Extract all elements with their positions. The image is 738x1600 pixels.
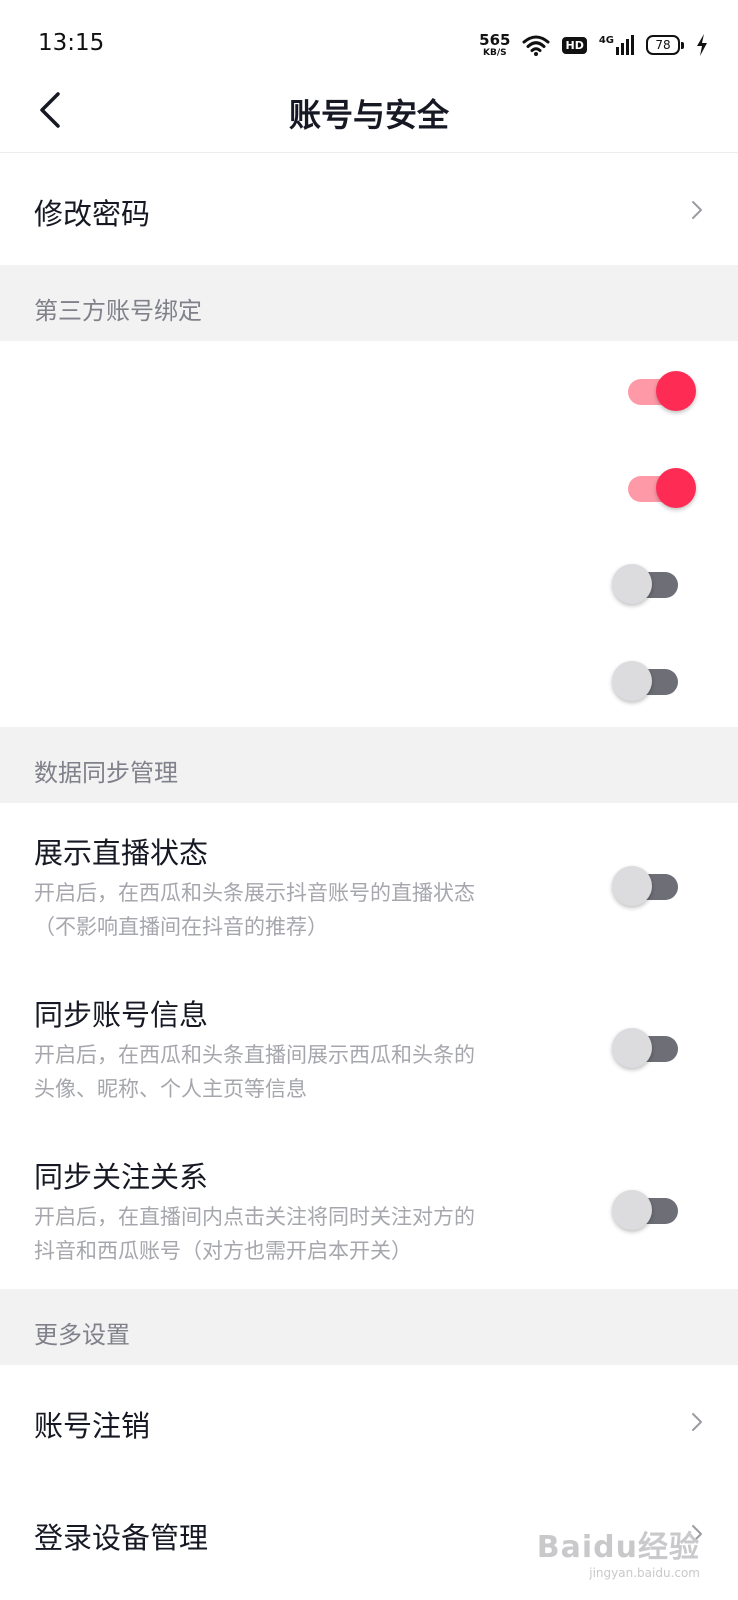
sync-item-live-status: 展示直播状态 开启后，在西瓜和头条展示抖音账号的直播状态 （不影响直播间在抖音的… [0,803,738,965]
charging-bolt-icon [697,34,707,56]
account-deletion-row[interactable]: 账号注销 [0,1365,738,1477]
battery-icon: 78 [646,35,684,55]
sync-item-desc: 开启后，在西瓜和头条直播间展示西瓜和头条的 头像、昵称、个人主页等信息 [34,1038,564,1106]
sync-item-desc-line: 开启后，在西瓜和头条展示抖音账号的直播状态 [34,881,475,905]
third-party-toggle-3[interactable] [612,558,680,604]
account-info-toggle[interactable] [612,1022,680,1068]
watermark-main: Baidu经验 [536,1530,700,1565]
sync-item-desc-line: 开启后，在直播间内点击关注将同时关注对方的 [34,1205,475,1229]
cellular-signal-icon: 4G [599,35,634,55]
sync-item-account-info: 同步账号信息 开启后，在西瓜和头条直播间展示西瓜和头条的 头像、昵称、个人主页等… [0,965,738,1127]
section-title: 更多设置 [34,1321,130,1349]
status-icons: 565 KB/S HD 4G 78 [479,28,708,62]
net-speed: 565 KB/S [479,30,511,58]
nav-bar: 账号与安全 [0,70,738,153]
watermark-sub: jingyan.baidu.com [589,1566,700,1580]
net-speed-value: 565 [479,30,511,49]
sync-item-title: 同步账号信息 [34,998,209,1032]
status-time: 13:15 [38,30,105,56]
section-more-settings: 更多设置 [0,1289,738,1365]
third-party-toggle-1[interactable] [628,365,696,411]
sync-item-desc-line: 开启后，在西瓜和头条直播间展示西瓜和头条的 [34,1043,475,1067]
third-party-toggle-4[interactable] [612,655,680,701]
section-title: 第三方账号绑定 [34,297,202,325]
follow-sync-toggle[interactable] [612,1184,680,1230]
signal-bars-icon [616,35,634,55]
account-deletion-label: 账号注销 [34,1409,151,1443]
sync-item-desc-line: 抖音和西瓜账号（对方也需开启本开关） [34,1239,412,1263]
page-title: 账号与安全 [288,96,449,134]
sync-item-desc: 开启后，在西瓜和头条展示抖音账号的直播状态 （不影响直播间在抖音的推荐） [34,876,564,944]
live-status-toggle[interactable] [612,860,680,906]
section-third-party: 第三方账号绑定 [0,265,738,341]
hd-icon: HD [562,36,587,54]
login-device-label: 登录设备管理 [34,1521,209,1555]
sync-item-title: 展示直播状态 [34,836,209,870]
section-title: 数据同步管理 [34,759,178,787]
change-password-row[interactable]: 修改密码 [0,153,738,265]
wifi-icon [522,35,550,56]
third-party-toggle-2[interactable] [628,462,696,508]
sync-item-desc-line: （不影响直播间在抖音的推荐） [34,915,328,939]
sync-item-desc-line: 头像、昵称、个人主页等信息 [34,1077,307,1101]
chevron-right-icon [692,1413,702,1431]
sync-item-title: 同步关注关系 [34,1160,209,1194]
watermark: Baidu经验 jingyan.baidu.com [537,1522,700,1580]
network-gen-label: 4G [598,35,614,46]
sync-item-follow: 同步关注关系 开启后，在直播间内点击关注将同时关注对方的 抖音和西瓜账号（对方也… [0,1127,738,1289]
chevron-right-icon [692,201,702,219]
battery-level: 78 [646,35,680,55]
sync-item-desc: 开启后，在直播间内点击关注将同时关注对方的 抖音和西瓜账号（对方也需开启本开关） [34,1200,564,1268]
third-party-list [0,341,738,727]
net-speed-unit: KB/S [483,47,507,58]
section-data-sync: 数据同步管理 [0,727,738,803]
change-password-label: 修改密码 [34,197,151,231]
